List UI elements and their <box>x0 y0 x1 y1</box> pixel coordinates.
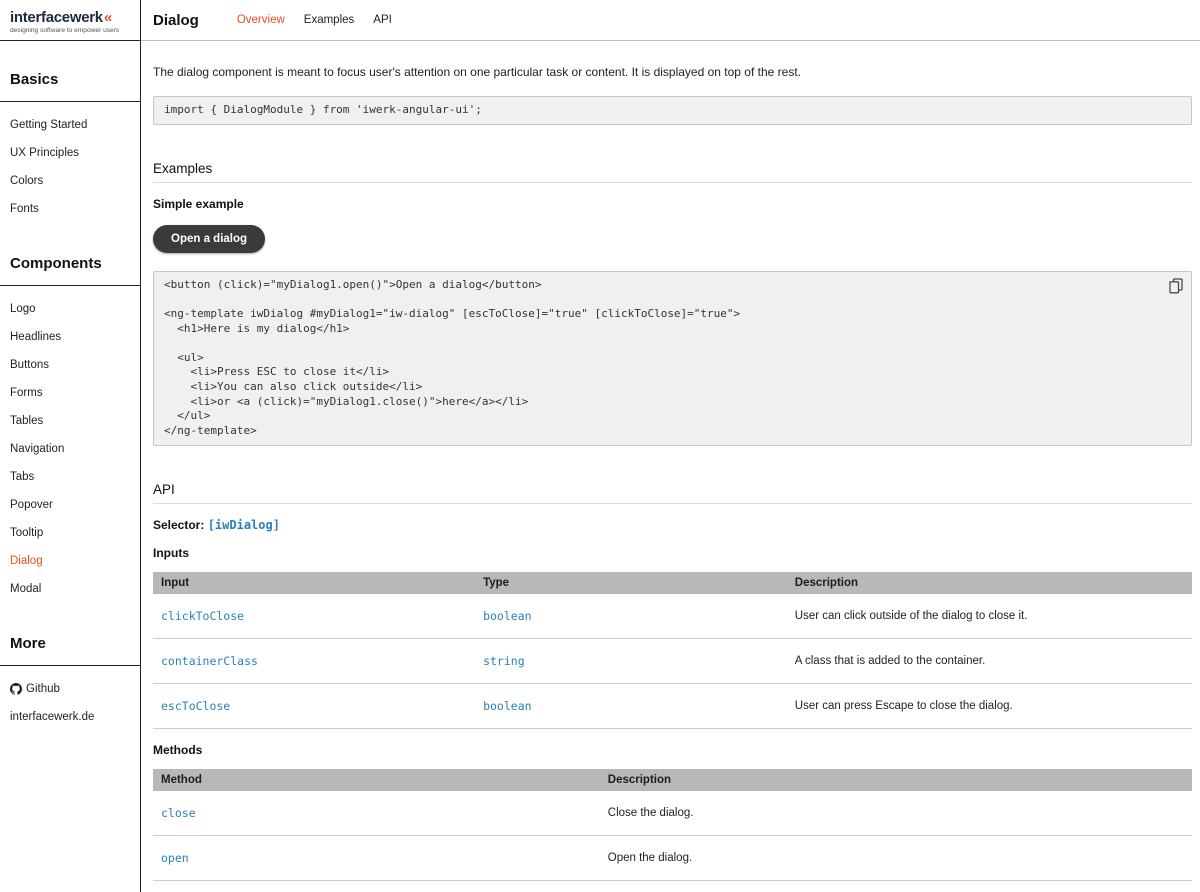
tab-overview[interactable]: Overview <box>237 14 285 26</box>
examples-section-heading: Examples <box>153 161 1192 183</box>
basics-list: Getting Started UX Principles Colors Fon… <box>0 102 140 225</box>
component-description: The dialog component is meant to focus u… <box>153 65 1192 79</box>
sidebar-item-getting-started[interactable]: Getting Started <box>0 111 140 139</box>
inputs-table: Input Type Description clickToClose bool… <box>153 572 1192 729</box>
logo-text: interfacewerk« <box>10 9 134 26</box>
input-type: boolean <box>475 683 787 728</box>
sidebar-item-popover[interactable]: Popover <box>0 491 140 519</box>
app: interfacewerk« designing software to emp… <box>0 0 1200 892</box>
table-row: close Close the dialog. <box>153 791 1192 836</box>
sidebar-item-logo[interactable]: Logo <box>0 295 140 323</box>
tab-api[interactable]: API <box>373 14 392 26</box>
sidebar-item-modal[interactable]: Modal <box>0 575 140 603</box>
content: The dialog component is meant to focus u… <box>141 41 1200 881</box>
logo-tagline: designing software to empower users <box>10 27 134 34</box>
logo-chevron-mark: « <box>104 9 112 26</box>
tab-examples[interactable]: Examples <box>304 14 355 26</box>
input-description: A class that is added to the container. <box>787 638 1192 683</box>
method-description: Close the dialog. <box>600 791 1192 836</box>
table-row: open Open the dialog. <box>153 835 1192 880</box>
sidebar-item-github[interactable]: Github <box>0 675 140 703</box>
main: Dialog Overview Examples API The dialog … <box>141 0 1200 892</box>
inputs-heading: Inputs <box>153 546 1192 560</box>
sidebar-item-forms[interactable]: Forms <box>0 379 140 407</box>
section-title-basics: Basics <box>0 71 140 102</box>
input-name: clickToClose <box>153 594 475 639</box>
section-title-more: More <box>0 635 140 666</box>
inputs-col-description: Description <box>787 572 1192 594</box>
methods-table: Method Description close Close the dialo… <box>153 769 1192 881</box>
input-description: User can press Escape to close the dialo… <box>787 683 1192 728</box>
sidebar-section-components: Components Logo Headlines Buttons Forms … <box>0 255 140 605</box>
sidebar-item-tooltip[interactable]: Tooltip <box>0 519 140 547</box>
sidebar-item-colors[interactable]: Colors <box>0 167 140 195</box>
input-type: string <box>475 638 787 683</box>
method-description: Open the dialog. <box>600 835 1192 880</box>
sidebar-item-headlines[interactable]: Headlines <box>0 323 140 351</box>
components-list: Logo Headlines Buttons Forms Tables Navi… <box>0 286 140 605</box>
selector-label: Selector: <box>153 518 204 532</box>
methods-col-method: Method <box>153 769 600 791</box>
methods-table-header-row: Method Description <box>153 769 1192 791</box>
methods-col-description: Description <box>600 769 1192 791</box>
inputs-col-type: Type <box>475 572 787 594</box>
sidebar: interfacewerk« designing software to emp… <box>0 0 141 892</box>
section-title-components: Components <box>0 255 140 286</box>
logo[interactable]: interfacewerk« designing software to emp… <box>0 0 140 41</box>
selector-value: [iwDialog] <box>208 518 280 532</box>
input-name: containerClass <box>153 638 475 683</box>
copy-icon[interactable] <box>1169 278 1183 294</box>
sidebar-item-tabs[interactable]: Tabs <box>0 463 140 491</box>
methods-heading: Methods <box>153 743 1192 757</box>
open-dialog-button[interactable]: Open a dialog <box>153 225 265 253</box>
more-list: Github interfacewerk.de <box>0 666 140 733</box>
sidebar-item-buttons[interactable]: Buttons <box>0 351 140 379</box>
method-name: close <box>153 791 600 836</box>
page-header: Dialog Overview Examples API <box>141 0 1200 41</box>
input-type: boolean <box>475 594 787 639</box>
sidebar-item-navigation[interactable]: Navigation <box>0 435 140 463</box>
sidebar-item-tables[interactable]: Tables <box>0 407 140 435</box>
api-section-heading: API <box>153 482 1192 504</box>
input-name: escToClose <box>153 683 475 728</box>
inputs-col-input: Input <box>153 572 475 594</box>
method-name: open <box>153 835 600 880</box>
sidebar-item-ux-principles[interactable]: UX Principles <box>0 139 140 167</box>
sidebar-section-more: More Github interfacewerk.de <box>0 635 140 733</box>
example-code-block: <button (click)="myDialog1.open()">Open … <box>153 271 1192 446</box>
import-code-block: import { DialogModule } from 'iwerk-angu… <box>153 96 1192 125</box>
selector-line: Selector: [iwDialog] <box>153 518 1192 532</box>
sidebar-item-fonts[interactable]: Fonts <box>0 195 140 223</box>
github-icon <box>10 683 22 695</box>
page-title: Dialog <box>153 12 199 29</box>
sidebar-section-basics: Basics Getting Started UX Principles Col… <box>0 71 140 225</box>
simple-example-heading: Simple example <box>153 197 1192 211</box>
input-description: User can click outside of the dialog to … <box>787 594 1192 639</box>
table-row: containerClass string A class that is ad… <box>153 638 1192 683</box>
example-code-container: <button (click)="myDialog1.open()">Open … <box>153 271 1192 446</box>
sidebar-item-dialog[interactable]: Dialog <box>0 547 140 575</box>
sidebar-item-interfacewerk-de[interactable]: interfacewerk.de <box>0 703 140 731</box>
table-row: clickToClose boolean User can click outs… <box>153 594 1192 639</box>
github-label: Github <box>26 683 60 695</box>
inputs-table-header-row: Input Type Description <box>153 572 1192 594</box>
table-row: escToClose boolean User can press Escape… <box>153 683 1192 728</box>
